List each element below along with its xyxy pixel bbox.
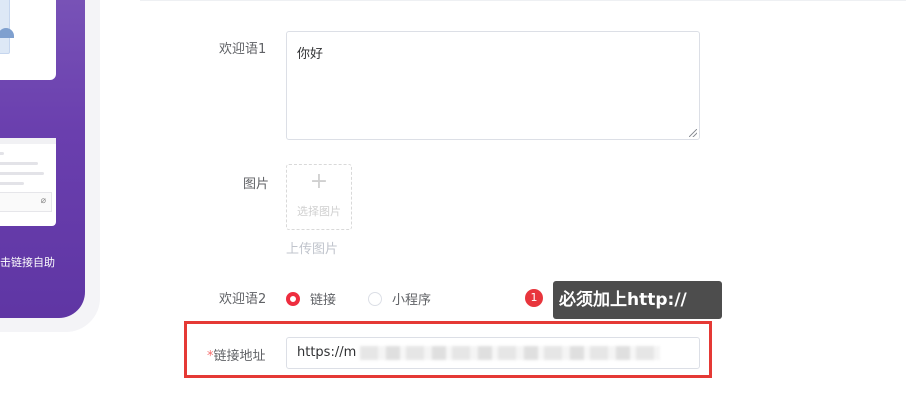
greeting1-value: 你好 [297,47,324,62]
paperclip-icon: ⌀ [40,196,46,206]
umbrella-icon [0,28,14,38]
phone-preview: ⌀ 击链接自助 [0,0,85,318]
preview-card-image [0,0,56,80]
radio-checked-icon [286,291,300,306]
radio-unchecked-icon [368,291,382,306]
preview-text-line [0,172,44,175]
preview-caption: 击链接自助 [0,256,55,269]
link-url-value: https://m [297,345,357,360]
annotation-tooltip: 必须加上http:// [553,281,722,319]
radio-link-label: 链接 [310,293,337,308]
step-badge: 1 [525,289,543,307]
top-divider [140,0,906,1]
preview-text-line [0,152,4,155]
redacted-url [360,346,660,360]
preview-text-line [0,162,38,165]
preview-text-line [0,182,24,185]
greeting1-label: 欢迎语1 [219,42,267,57]
radio-miniprogram[interactable]: 小程序 [368,289,431,308]
greeting2-label: 欢迎语2 [219,292,267,307]
preview-card-message: ⌀ [0,138,56,226]
link-label: *链接地址 [207,345,266,364]
preview-card-header [0,138,56,144]
image-label: 图片 [243,177,270,192]
upload-hint: 上传图片 [286,242,339,257]
upload-button-text: 选择图片 [297,205,341,218]
radio-link[interactable]: 链接 [286,289,336,308]
radio-miniprogram-label: 小程序 [392,293,432,308]
greeting1-textarea[interactable]: 你好 [286,31,700,140]
plus-icon: + [309,169,329,194]
document-illustration [0,0,10,54]
link-label-text: 链接地址 [213,349,266,364]
image-upload-button[interactable]: + 选择图片 [286,164,352,230]
resize-grip-icon[interactable] [689,129,697,137]
